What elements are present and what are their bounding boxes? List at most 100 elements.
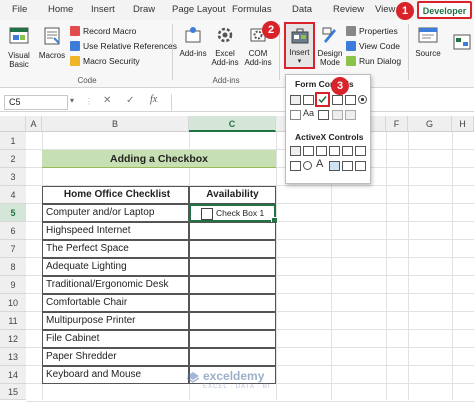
row-header-15[interactable]: 15	[0, 384, 26, 400]
selected-cell-c5[interactable]: Check Box 1	[189, 204, 278, 224]
row-header-10[interactable]: 10	[0, 294, 26, 312]
table-cell[interactable]	[189, 348, 276, 366]
row-header-6[interactable]: 6	[0, 222, 26, 240]
tab-data[interactable]: Data	[292, 2, 312, 18]
macro-security-button[interactable]: Macro Security	[70, 55, 140, 67]
row-header-1[interactable]: 1	[0, 132, 26, 150]
form-button-control-icon[interactable]	[290, 95, 301, 105]
form-option-button-icon[interactable]	[358, 95, 367, 104]
tab-formulas[interactable]: Formulas	[232, 2, 272, 18]
table-header-availability: Availability	[189, 186, 276, 204]
activex-combo-box-icon[interactable]	[303, 146, 314, 156]
row-header-7[interactable]: 7	[0, 240, 26, 258]
checkbox[interactable]	[201, 208, 213, 220]
select-all-corner[interactable]	[0, 116, 26, 132]
cancel-icon[interactable]: ✕	[103, 95, 111, 106]
excel-add-ins-button[interactable]: Excel Add-ins	[209, 25, 241, 67]
form-text-field-icon[interactable]	[332, 110, 343, 120]
design-mode-icon	[322, 27, 336, 43]
properties-button[interactable]: Properties	[346, 25, 398, 37]
table-row[interactable]: Adequate Lighting	[42, 258, 189, 276]
source-button[interactable]: Source	[412, 25, 444, 58]
row-header-3[interactable]: 3	[0, 168, 26, 186]
table-cell[interactable]	[189, 276, 276, 294]
form-combo-box-icon[interactable]	[303, 95, 314, 105]
table-cell[interactable]	[189, 240, 276, 258]
activex-more-controls-icon[interactable]	[355, 161, 366, 171]
column-header-f[interactable]: F	[386, 116, 408, 132]
insert-controls-button[interactable]: Insert ▾	[284, 22, 315, 69]
sheet-title: Adding a Checkbox	[42, 150, 276, 168]
form-label-icon[interactable]: Aa	[303, 108, 314, 118]
activex-toggle-button-icon[interactable]	[342, 161, 353, 171]
row-header-12[interactable]: 12	[0, 330, 26, 348]
table-row[interactable]: Comfortable Chair	[42, 294, 189, 312]
column-header-g[interactable]: G	[408, 116, 452, 132]
row-header-5[interactable]: 5	[0, 204, 26, 222]
row-header-9[interactable]: 9	[0, 276, 26, 294]
table-row[interactable]: The Perfect Space	[42, 240, 189, 258]
table-cell[interactable]	[189, 258, 276, 276]
row-header-4[interactable]: 4	[0, 186, 26, 204]
function-icon[interactable]: fx	[150, 94, 157, 105]
activex-option-button-icon[interactable]	[303, 161, 312, 170]
table-cell[interactable]	[189, 294, 276, 312]
macros-button[interactable]: Macros	[37, 25, 67, 60]
activex-image-icon[interactable]	[329, 161, 340, 171]
add-ins-icon	[185, 27, 201, 43]
activex-command-button-icon[interactable]	[290, 146, 301, 156]
table-row[interactable]: Paper Shredder	[42, 348, 189, 366]
tab-developer[interactable]: Developer	[417, 1, 472, 19]
form-scroll-bar-icon[interactable]	[318, 110, 329, 120]
name-box-dropdown-icon[interactable]: ▾	[70, 96, 74, 105]
activex-scroll-bar-icon[interactable]	[355, 146, 366, 156]
row-header-11[interactable]: 11	[0, 312, 26, 330]
tab-draw[interactable]: Draw	[133, 2, 155, 18]
activex-label-icon[interactable]: A	[316, 158, 323, 170]
table-row[interactable]: Multipurpose Printer	[42, 312, 189, 330]
record-macro-button[interactable]: Record Macro	[70, 25, 136, 37]
table-row[interactable]: Highspeed Internet	[42, 222, 189, 240]
gridline	[452, 132, 453, 400]
table-cell[interactable]	[189, 330, 276, 348]
activex-text-box-icon[interactable]	[342, 146, 353, 156]
row-header-2[interactable]: 2	[0, 150, 26, 168]
tab-home[interactable]: Home	[48, 2, 73, 18]
column-header-c[interactable]: C	[189, 116, 276, 132]
gridline	[408, 132, 409, 400]
tab-insert[interactable]: Insert	[91, 2, 115, 18]
run-dialog-button[interactable]: Run Dialog	[346, 55, 401, 67]
view-code-button[interactable]: View Code	[346, 40, 400, 52]
tab-view[interactable]: View	[375, 2, 395, 18]
table-cell[interactable]	[189, 222, 276, 240]
tab-file[interactable]: File	[12, 2, 27, 18]
form-checkbox-control-icon[interactable]	[315, 92, 330, 107]
activex-list-box-icon[interactable]	[329, 146, 340, 156]
table-row[interactable]: File Cabinet	[42, 330, 189, 348]
activex-checkbox-icon[interactable]	[316, 146, 327, 156]
table-row[interactable]: Traditional/Ergonomic Desk	[42, 276, 189, 294]
table-cell[interactable]	[189, 312, 276, 330]
visual-basic-button[interactable]: Visual Basic	[4, 25, 34, 69]
form-list-box-icon[interactable]	[345, 95, 356, 105]
enter-icon[interactable]: ✓	[126, 95, 134, 106]
form-group-box-icon[interactable]	[290, 110, 301, 120]
table-row[interactable]: Keyboard and Mouse	[42, 366, 189, 384]
name-box[interactable]: C5	[4, 95, 68, 110]
column-header-a[interactable]: A	[26, 116, 42, 132]
form-combo-list-icon[interactable]	[345, 110, 356, 120]
form-spin-button-icon[interactable]	[332, 95, 343, 105]
row-header-8[interactable]: 8	[0, 258, 26, 276]
row-header-13[interactable]: 13	[0, 348, 26, 366]
column-header-b[interactable]: B	[42, 116, 189, 132]
column-header-h[interactable]: H	[452, 116, 474, 132]
relative-references-button[interactable]: Use Relative References	[70, 40, 177, 52]
design-mode-button[interactable]: Design Mode	[316, 25, 344, 67]
tab-page-layout[interactable]: Page Layout	[172, 2, 225, 18]
tab-review[interactable]: Review	[333, 2, 364, 18]
row-header-14[interactable]: 14	[0, 366, 26, 384]
activex-spin-button-icon[interactable]	[290, 161, 301, 171]
add-ins-button[interactable]: Add-ins	[178, 25, 208, 58]
exceldemy-logo-icon	[186, 372, 200, 383]
table-row[interactable]: Computer and/or Laptop	[42, 204, 189, 222]
